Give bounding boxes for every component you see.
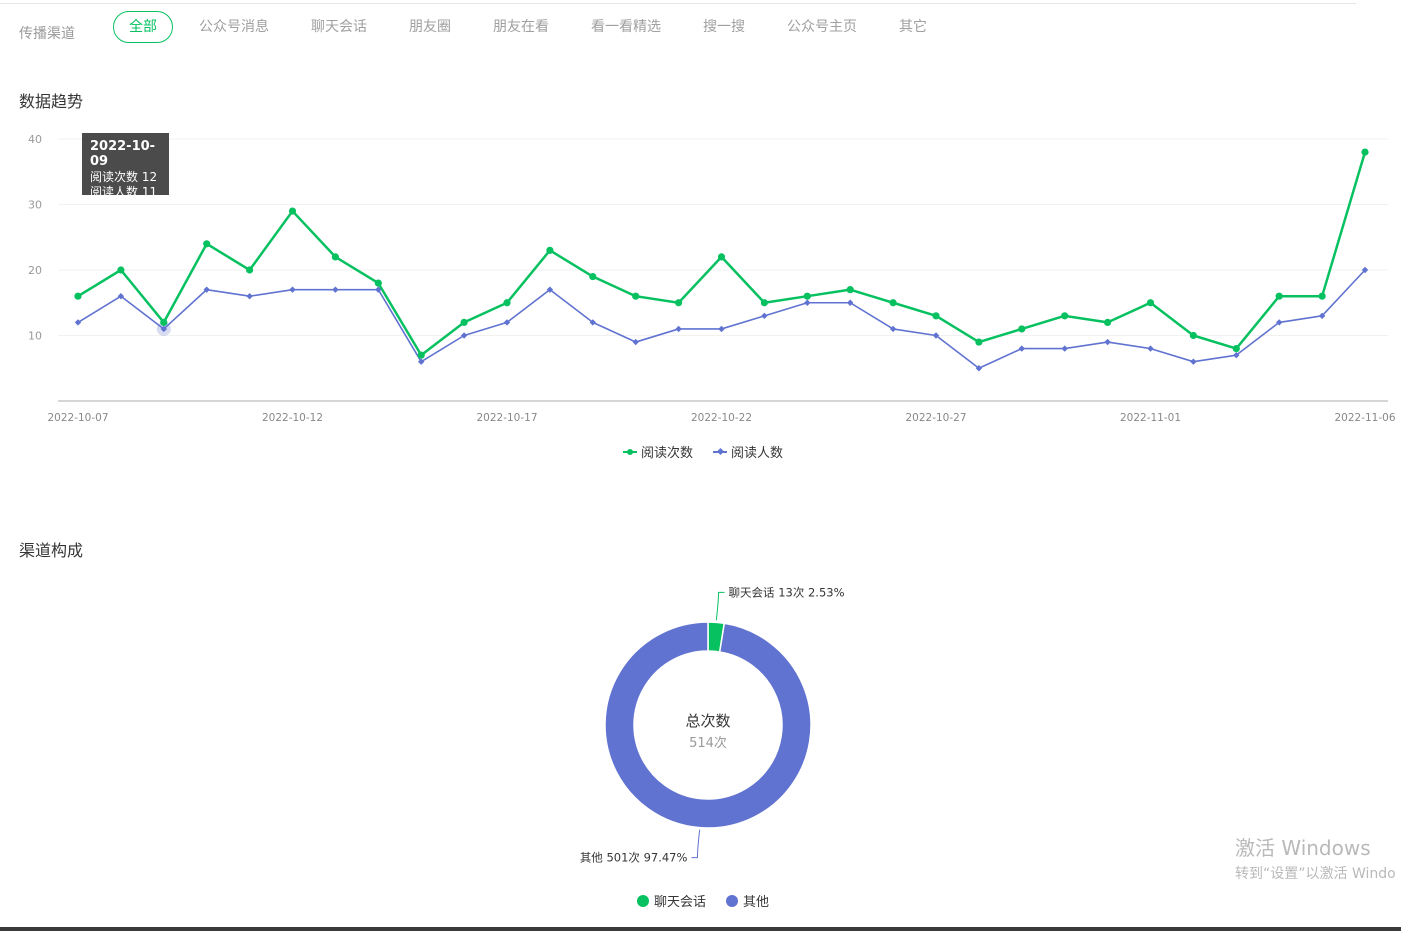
series-1-point-17[interactable] <box>804 299 811 306</box>
donut-label-1: 其他 501次 97.47% <box>580 851 688 865</box>
series-0-point-1[interactable] <box>117 266 125 274</box>
channel-tab-2[interactable]: 聊天会话 <box>311 12 367 42</box>
legend-symbol-1 <box>713 447 728 457</box>
series-0-point-6[interactable] <box>331 253 339 261</box>
legend-item-0[interactable]: 聊天会话 <box>637 891 706 910</box>
legend-symbol-0 <box>623 447 637 457</box>
channel-section-title: 渠道构成 <box>19 541 84 560</box>
series-0-point-25[interactable] <box>1146 299 1155 307</box>
channel-tabs: 全部 公众号消息 聊天会话 朋友圈 朋友在看 看一看精选 搜一搜 公众号主页 其它 <box>113 11 969 43</box>
channel-tab-8[interactable]: 其它 <box>899 12 927 42</box>
x-tick-label-6: 2022-11-06 <box>1334 412 1395 424</box>
series-0-point-15[interactable] <box>717 253 726 261</box>
x-tick-label-2: 2022-10-17 <box>476 412 537 424</box>
series-0-point-5[interactable] <box>288 207 297 215</box>
series-0-point-2[interactable] <box>160 318 168 326</box>
y-tick-label-0: 10 <box>28 330 42 343</box>
x-tick-label-3: 2022-10-22 <box>691 412 752 424</box>
series-1-point-4[interactable] <box>246 293 253 300</box>
legend-item-0[interactable]: 阅读次数 <box>623 442 693 461</box>
series-1-point-25[interactable] <box>1147 345 1154 352</box>
channel-filter-bar: 传播渠道 全部 公众号消息 聊天会话 朋友圈 朋友在看 看一看精选 搜一搜 公众号主页 其它 <box>0 0 1401 60</box>
series-0-point-28[interactable] <box>1275 292 1283 300</box>
watermark-line-1: 激活 Windows <box>1235 836 1371 860</box>
donut-leader-0 <box>715 591 725 621</box>
series-1-point-26[interactable] <box>1190 358 1197 365</box>
series-0-point-16[interactable] <box>760 299 769 307</box>
series-1-point-23[interactable] <box>1061 345 1068 352</box>
series-1-point-6[interactable] <box>332 286 339 293</box>
series-0-point-9[interactable] <box>460 318 468 326</box>
series-0-point-14[interactable] <box>675 299 683 307</box>
legend-label-1: 阅读人数 <box>731 446 784 461</box>
series-0-point-29[interactable] <box>1318 292 1326 300</box>
legend-symbol-0 <box>637 894 649 907</box>
series-0-point-27[interactable] <box>1232 345 1240 353</box>
series-1-point-13[interactable] <box>632 338 639 346</box>
series-1-point-15[interactable] <box>718 325 725 333</box>
legend-symbol-1 <box>726 894 739 907</box>
watermark-line-2: 转到“设置”以激活 Windo <box>1235 866 1396 882</box>
series-1-point-14[interactable] <box>675 325 682 333</box>
donut-leader-1 <box>691 829 701 859</box>
x-tick-label-1: 2022-10-12 <box>262 412 323 424</box>
series-0-point-17[interactable] <box>803 292 811 300</box>
donut-legend: 聊天会话 其他 <box>637 891 769 910</box>
y-tick-label-3: 40 <box>28 133 42 146</box>
channel-tab-7[interactable]: 公众号主页 <box>787 12 857 42</box>
series-0-point-18[interactable] <box>846 286 854 294</box>
trend-section-title: 数据趋势 <box>19 92 84 111</box>
legend-label-0: 阅读次数 <box>641 446 694 461</box>
windows-activation-watermark: 激活 Windows 转到“设置”以激活 Windo <box>1235 832 1396 883</box>
x-tick-label-0: 2022-10-07 <box>47 412 108 424</box>
series-0-point-23[interactable] <box>1061 312 1069 320</box>
channel-tab-6[interactable]: 搜一搜 <box>703 12 745 42</box>
tooltip-date: 2022-10-09 <box>90 139 156 169</box>
channel-tab-5[interactable]: 看一看精选 <box>591 12 661 42</box>
series-0-point-20[interactable] <box>932 312 940 320</box>
y-tick-label-2: 30 <box>28 199 42 212</box>
series-0-point-7[interactable] <box>374 279 382 287</box>
y-tick-label-1: 20 <box>28 264 42 277</box>
series-1-point-24[interactable] <box>1104 338 1111 346</box>
series-0-point-0[interactable] <box>74 292 82 300</box>
series-0-point-24[interactable] <box>1104 318 1112 326</box>
series-0-point-10[interactable] <box>503 299 511 307</box>
series-1-point-16[interactable] <box>761 312 768 320</box>
series-0-point-8[interactable] <box>417 351 425 359</box>
channel-tab-3[interactable]: 朋友圈 <box>409 12 451 42</box>
donut-label-0: 聊天会话 13次 2.53% <box>729 585 845 599</box>
x-tick-label-5: 2022-11-01 <box>1120 412 1181 424</box>
channel-filter-label: 传播渠道 <box>19 26 75 42</box>
legend-label-1: 其他 <box>743 895 770 910</box>
tooltip-reader-count: 阅读人数 11 <box>90 185 158 199</box>
series-0-point-30[interactable] <box>1361 148 1369 156</box>
legend-label-0: 聊天会话 <box>654 895 707 910</box>
series-0-point-4[interactable] <box>246 266 254 274</box>
tooltip-read-count: 阅读次数 12 <box>90 170 158 184</box>
series-0-point-21[interactable] <box>975 338 983 346</box>
series-0-point-12[interactable] <box>589 272 597 281</box>
trend-legend: 阅读次数 阅读人数 <box>623 442 783 461</box>
series-0-point-13[interactable] <box>632 292 640 300</box>
series-0-point-11[interactable] <box>546 246 554 254</box>
series-1-point-22[interactable] <box>1018 345 1025 352</box>
donut-center-title: 总次数 <box>685 712 730 730</box>
channel-tab-1[interactable]: 公众号消息 <box>199 12 269 42</box>
legend-item-1[interactable]: 其他 <box>726 891 769 910</box>
series-1-point-5[interactable] <box>289 286 296 293</box>
legend-item-1[interactable]: 阅读人数 <box>713 442 783 461</box>
channel-tab-0[interactable]: 全部 <box>113 11 173 43</box>
series-0-point-22[interactable] <box>1018 325 1026 333</box>
trend-line-chart: 10 20 30 40 2022-10-07 2022-10-12 2022-10-17 20… <box>28 133 1396 424</box>
x-tick-label-4: 2022-10-27 <box>905 412 966 424</box>
series-0-point-26[interactable] <box>1189 331 1197 340</box>
chart-tooltip: 2022-10-09 阅读次数 12 阅读人数 11 <box>82 133 169 199</box>
channel-donut-chart: 聊天会话 13次 2.53% 其他 501次 97.47% 总次数 514次 <box>580 585 845 865</box>
series-0-point-3[interactable] <box>203 240 211 248</box>
taskbar-edge <box>0 927 1401 931</box>
series-0-point-19[interactable] <box>889 299 897 307</box>
donut-center-value: 514次 <box>689 735 727 751</box>
channel-tab-4[interactable]: 朋友在看 <box>493 12 549 42</box>
